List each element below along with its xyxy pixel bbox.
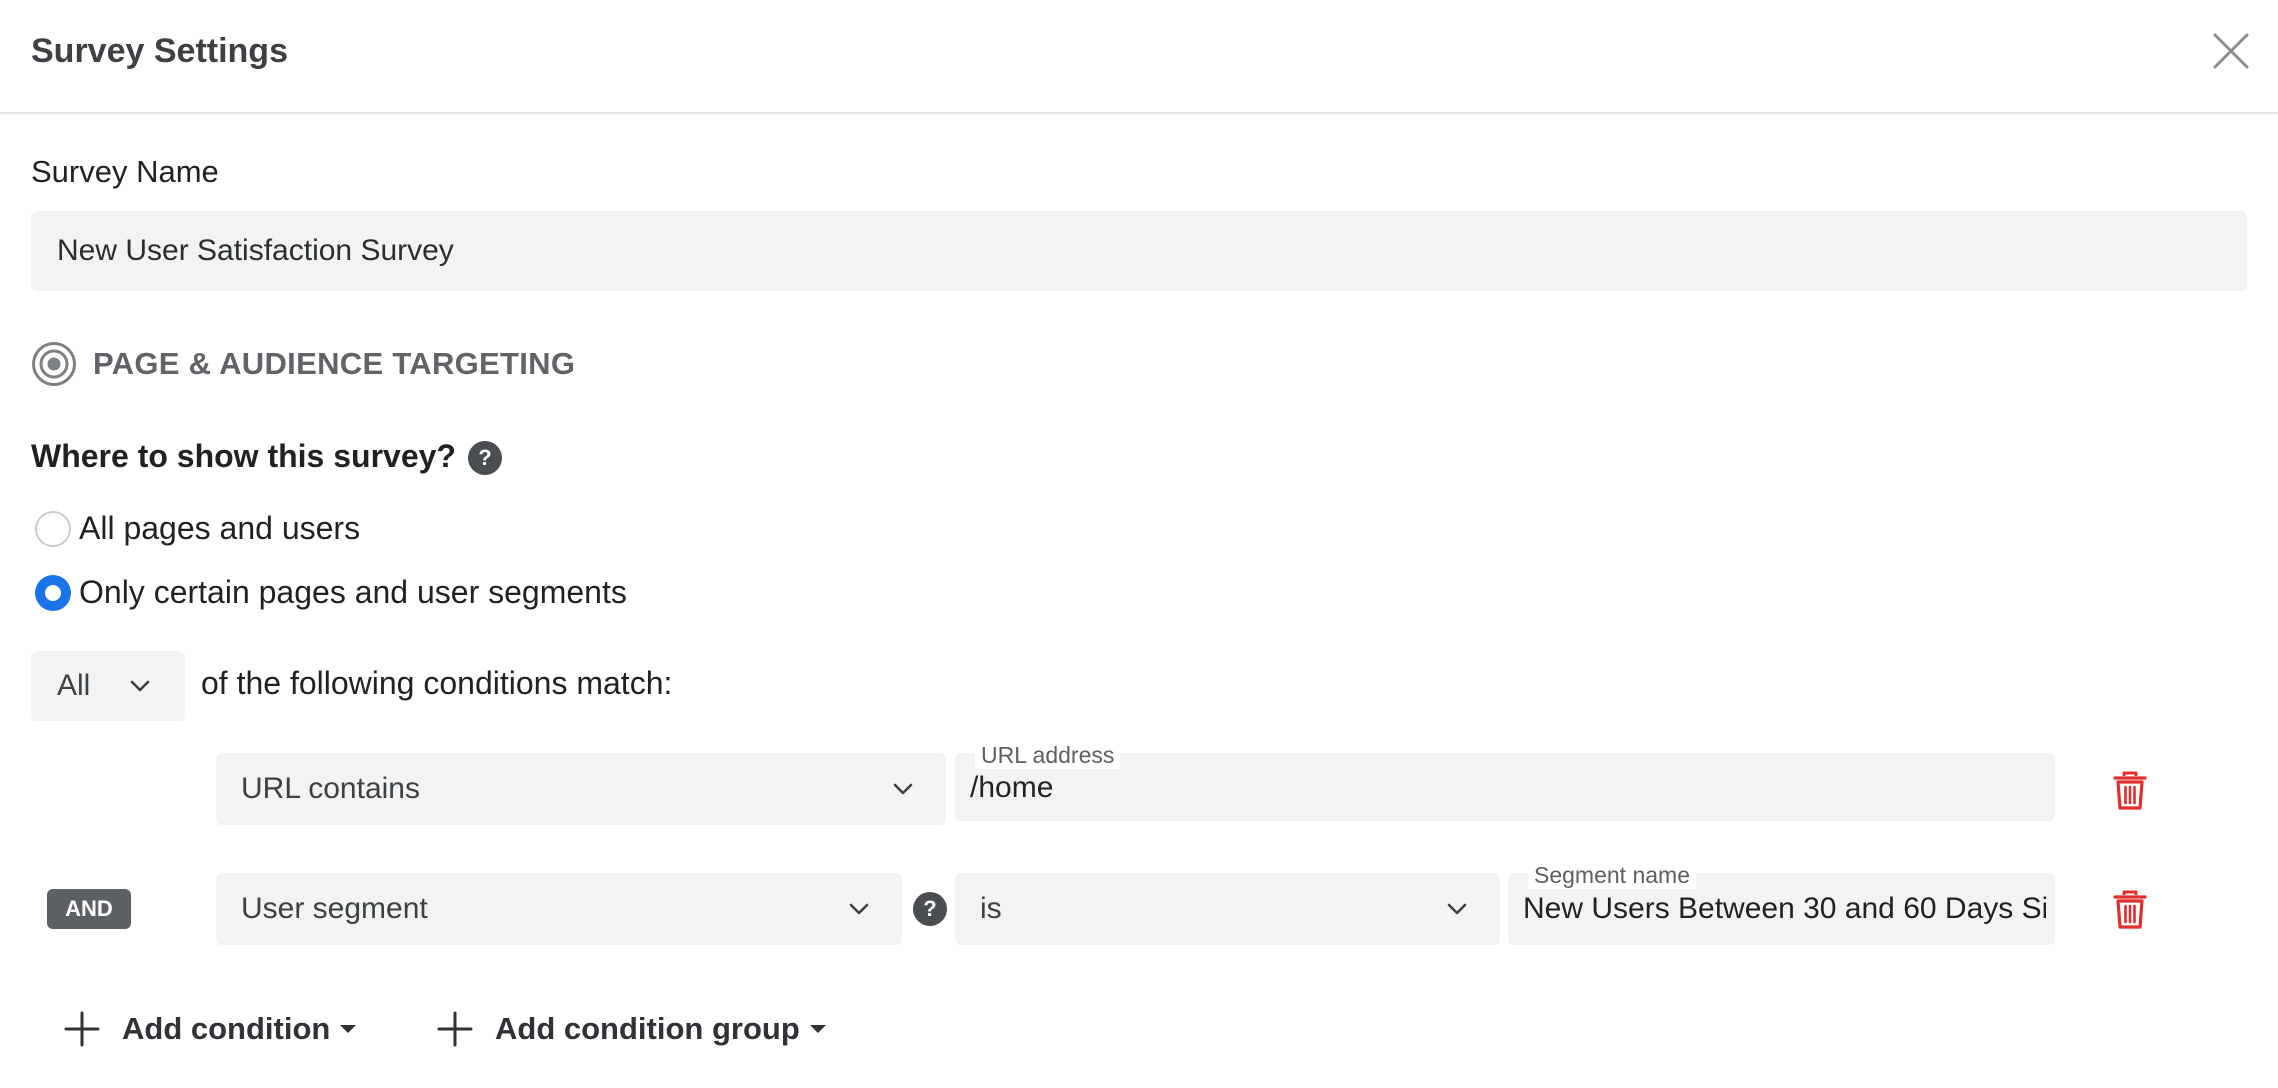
add-condition-label: Add condition [122,1011,331,1046]
url-address-value: /home [970,771,1054,804]
chevron-down-icon [1447,903,1467,915]
target-icon [32,342,76,386]
question-text: Where to show this survey? [31,437,456,474]
radio-label: All pages and users [79,510,361,546]
operator-select[interactable]: is [955,873,1500,945]
condition-type-select[interactable]: URL contains [216,753,946,825]
plus-icon [437,1011,473,1047]
targeting-question: Where to show this survey? ? [31,437,502,475]
radio-label: Only certain pages and user segments [79,574,627,610]
chevron-down-icon [893,783,913,795]
help-icon[interactable]: ? [913,892,947,926]
caret-down-icon [809,1025,826,1033]
match-mode-select[interactable]: All [31,651,185,721]
chevron-down-icon [849,903,869,915]
plus-icon [64,1011,100,1047]
radio-certain-pages[interactable]: Only certain pages and user segments [35,574,627,611]
condition-type-value: User segment [241,892,428,925]
survey-name-label: Survey Name [31,154,219,189]
segment-name-label: Segment name [1528,862,1696,889]
caret-down-icon [340,1025,357,1033]
survey-name-input[interactable] [31,211,2247,291]
add-condition-group-label: Add condition group [495,1011,800,1046]
trash-icon[interactable] [2113,771,2147,811]
condition-type-select[interactable]: User segment [216,873,902,945]
match-mode-value: All [57,669,91,702]
section-title: PAGE & AUDIENCE TARGETING [93,346,576,381]
segment-name-value: New Users Between 30 and 60 Days Since S… [1523,892,2046,925]
chevron-down-icon [130,680,150,692]
help-icon[interactable]: ? [467,441,502,475]
url-address-label: URL address [975,742,1121,769]
modal-header: Survey Settings [0,0,2278,114]
radio-button[interactable] [35,510,71,547]
close-icon[interactable] [2212,32,2250,70]
condition-type-value: URL contains [241,772,420,805]
radio-all-pages[interactable]: All pages and users [35,510,360,547]
add-condition-group-button[interactable]: Add condition group [437,1004,826,1054]
match-suffix-text: of the following conditions match: [201,665,673,701]
add-condition-button[interactable]: Add condition [64,1004,357,1054]
modal-title: Survey Settings [31,32,288,70]
operator-value: is [980,892,1002,925]
and-connector-badge: AND [47,889,131,929]
targeting-section-header: PAGE & AUDIENCE TARGETING [31,340,575,388]
trash-icon[interactable] [2113,890,2147,930]
radio-button-checked[interactable] [35,574,71,611]
